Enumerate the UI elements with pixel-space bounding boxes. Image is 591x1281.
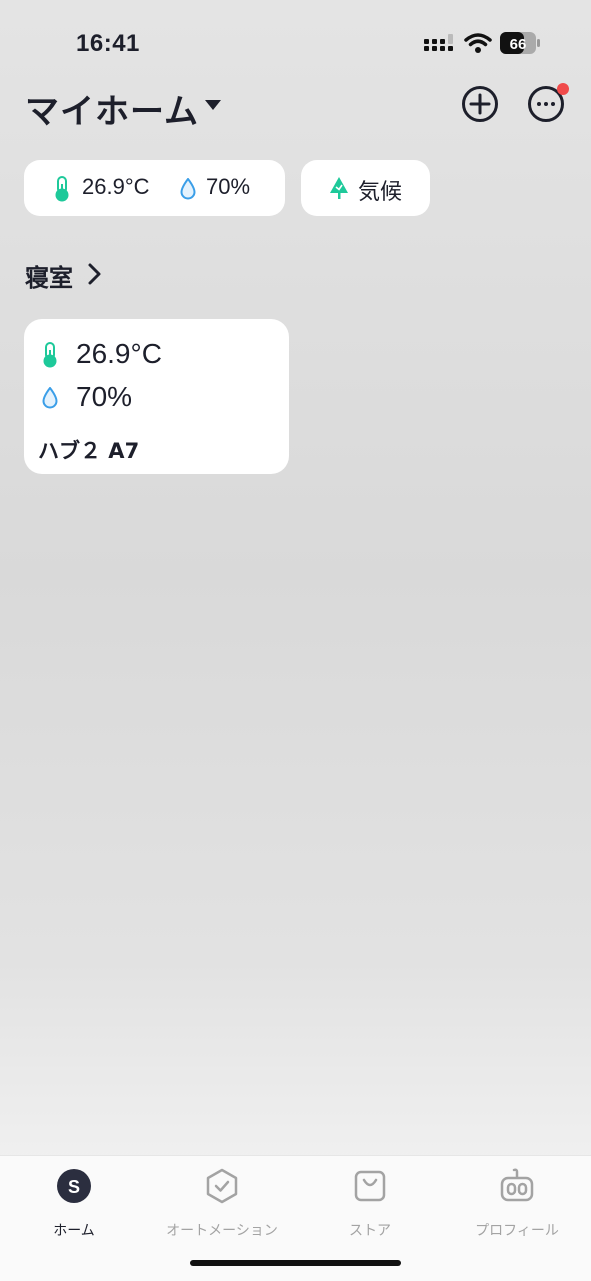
summary-temperature: 26.9°C [82, 174, 150, 199]
tab-home[interactable]: S ホーム [0, 1166, 148, 1239]
device-card[interactable]: 26.9°C 70% ハブ２ A7 [24, 319, 289, 474]
tree-icon [330, 177, 348, 199]
chevron-right-icon[interactable] [86, 262, 102, 286]
climate-summary-chip[interactable]: 26.9°C 70% [24, 160, 285, 216]
weather-label: 気候 [358, 179, 403, 204]
device-name: ハブ２ A7 [38, 439, 140, 463]
status-time: 16:41 [76, 30, 140, 57]
water-drop-icon [42, 387, 58, 409]
home-indicator [190, 1260, 401, 1266]
summary-humidity: 70% [206, 174, 251, 199]
header: マイホーム [0, 80, 591, 140]
device-humidity: 70% [76, 381, 133, 412]
battery-icon: 66 [500, 32, 540, 54]
room-title[interactable]: 寝室 [25, 258, 73, 293]
tab-profile[interactable]: プロフィール [443, 1166, 591, 1239]
profile-robot-icon [500, 1168, 534, 1202]
home-title[interactable]: マイホーム [25, 84, 199, 133]
svg-text:S: S [68, 1177, 80, 1197]
tab-automation[interactable]: オートメーション [148, 1166, 296, 1239]
home-s-icon: S [57, 1169, 91, 1203]
caret-down-icon[interactable] [205, 100, 221, 112]
automation-icon [206, 1168, 238, 1204]
tab-label: プロフィール [475, 1223, 559, 1239]
tab-label: オートメーション [166, 1223, 278, 1239]
device-temperature: 26.9°C [76, 338, 162, 369]
cellular-signal-icon [424, 34, 453, 51]
wifi-icon [464, 33, 492, 53]
water-drop-icon [180, 178, 196, 200]
notification-dot [557, 83, 569, 95]
thermometer-icon [55, 176, 69, 202]
battery-level: 66 [510, 36, 527, 53]
tab-store[interactable]: ストア [296, 1166, 444, 1239]
weather-chip[interactable]: 気候 [301, 160, 430, 216]
store-bag-icon [354, 1170, 386, 1202]
tab-label: ホーム [53, 1223, 95, 1239]
tab-label: ストア [349, 1223, 391, 1239]
status-bar: 16:41 66 [0, 0, 591, 80]
add-button[interactable] [460, 84, 500, 124]
thermometer-icon [43, 342, 57, 368]
